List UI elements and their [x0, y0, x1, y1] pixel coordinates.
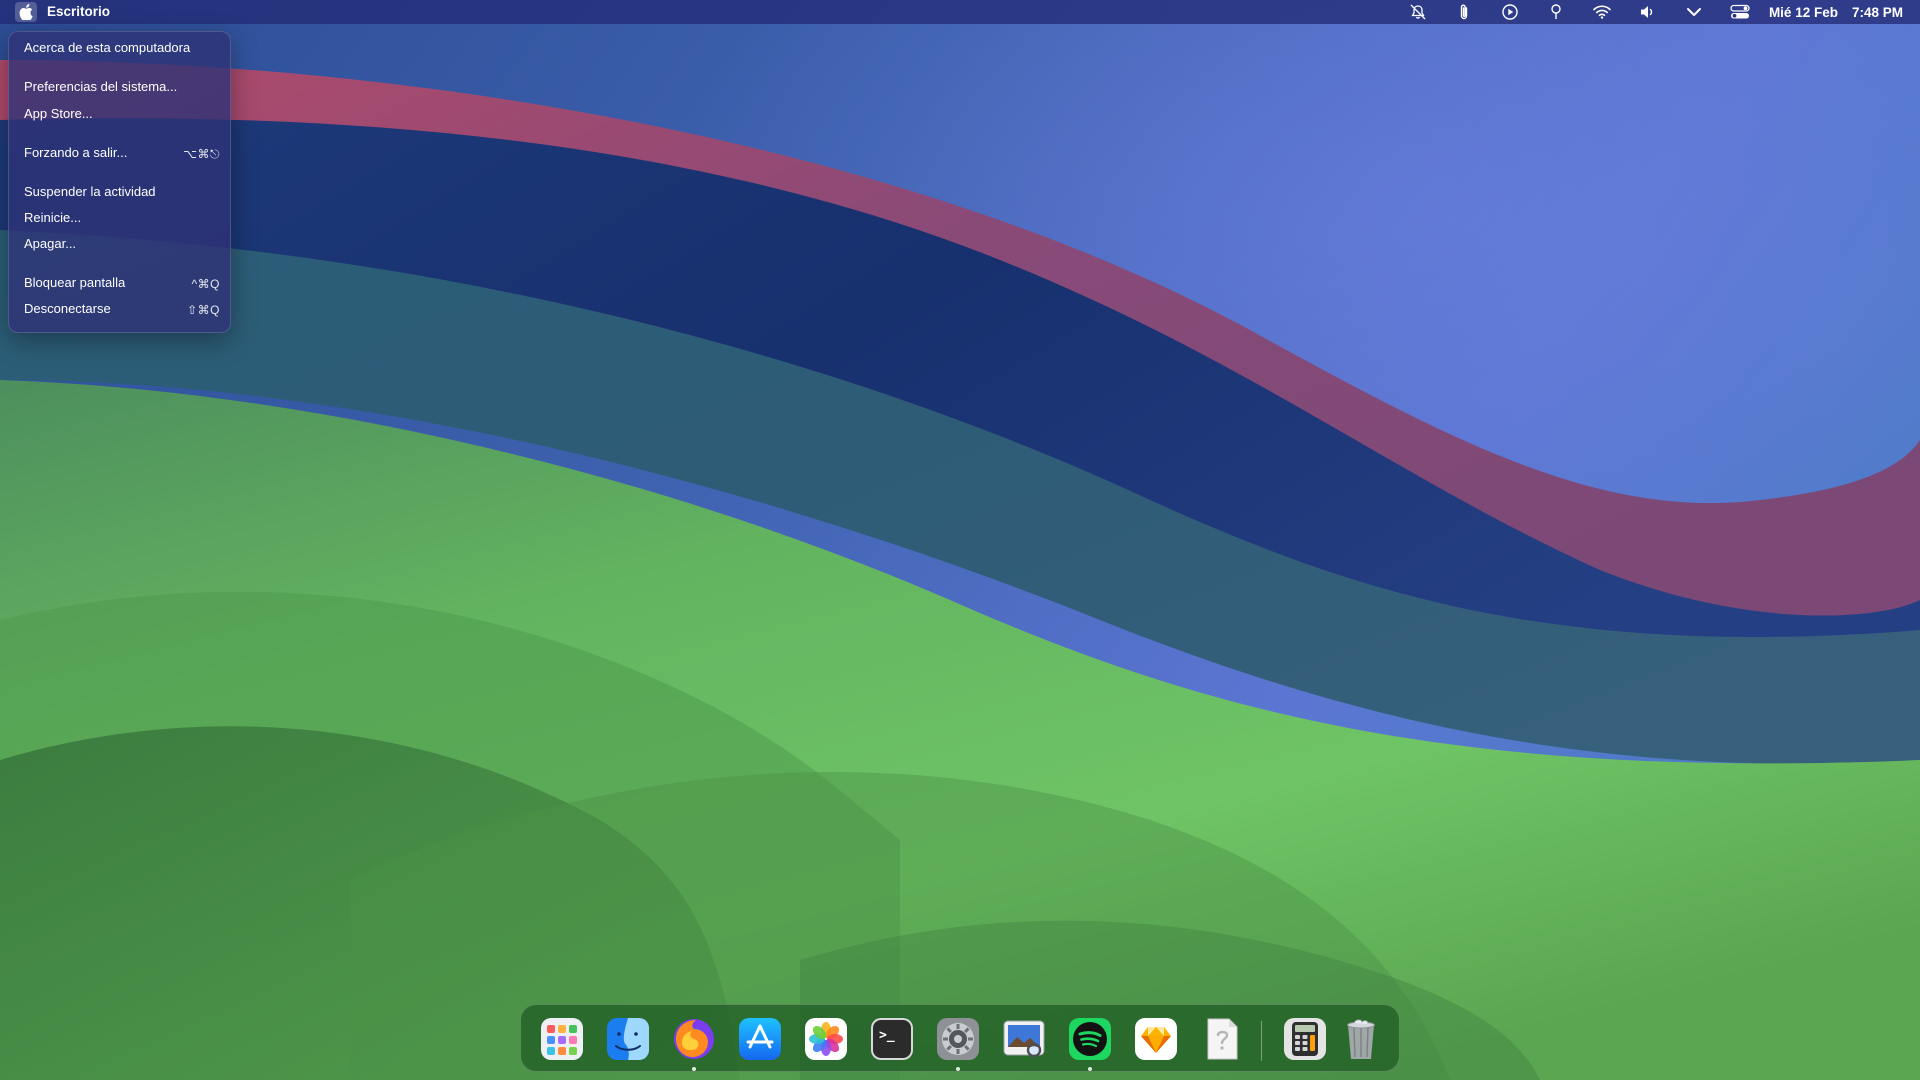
terminal-icon: >_ — [871, 1018, 913, 1060]
menu-item-label: Preferencias del sistema... — [24, 79, 178, 94]
trash-icon — [1347, 1019, 1375, 1059]
running-indicator — [1088, 1067, 1092, 1071]
no-bell-icon[interactable] — [1395, 0, 1441, 24]
dock-app-calculator[interactable] — [1283, 1017, 1327, 1061]
menu-item-sleep[interactable]: Suspender la actividad — [14, 180, 225, 202]
dock-app-finder[interactable] — [606, 1017, 650, 1061]
preview-icon — [1003, 1020, 1045, 1058]
dock-app-launchpad[interactable] — [540, 1017, 584, 1061]
terminal-prompt: >_ — [879, 1028, 895, 1043]
photos-icon — [805, 1018, 847, 1060]
menu-item-label: Desconectarse — [24, 301, 111, 316]
dock-app-terminal[interactable]: >_ — [870, 1017, 914, 1061]
dock-app-photos[interactable] — [804, 1017, 848, 1061]
location-pin-icon[interactable] — [1533, 0, 1579, 24]
paperclip-icon[interactable] — [1441, 0, 1487, 24]
volume-icon[interactable] — [1625, 0, 1671, 24]
menubar-clock[interactable]: Mié 12 Feb 7:48 PM — [1763, 5, 1920, 20]
active-app-name[interactable]: Escritorio — [47, 4, 110, 19]
menu-item-label: Bloquear pantalla — [24, 275, 126, 290]
chevron-down-icon[interactable] — [1671, 0, 1717, 24]
menu-item-label: Reinicie... — [24, 210, 82, 225]
dock-separator — [1261, 1021, 1262, 1061]
apple-logo-icon — [19, 4, 33, 20]
apple-menu-button[interactable] — [15, 2, 37, 22]
dock-app-app-store[interactable] — [738, 1017, 782, 1061]
spotify-icon — [1069, 1018, 1111, 1060]
menu-item-about[interactable]: Acerca de esta computadora — [14, 36, 225, 58]
menu-item-label: App Store... — [24, 106, 93, 121]
menu-item-app-store[interactable]: App Store... — [14, 102, 225, 124]
dock-app-unknown-document[interactable] — [1200, 1017, 1244, 1061]
wifi-icon[interactable] — [1579, 0, 1625, 24]
wallpaper — [0, 0, 1920, 1080]
sketch-icon — [1135, 1018, 1177, 1060]
dock-app-preview[interactable] — [1002, 1017, 1046, 1061]
desktop[interactable]: Escritorio Mié 12 Feb 7:48 PM Acerca de … — [0, 0, 1920, 1080]
dock-app-firefox[interactable] — [672, 1017, 716, 1061]
status-area: Mié 12 Feb 7:48 PM — [1395, 0, 1920, 24]
menu-item-label: Suspender la actividad — [24, 184, 156, 199]
finder-icon — [607, 1018, 649, 1060]
menu-item-force-quit[interactable]: Forzando a salir... ⌥⌘⎋ — [14, 141, 225, 163]
generic-document-icon — [1207, 1018, 1238, 1060]
menu-item-shortcut: ^⌘Q — [191, 277, 220, 291]
menu-item-lock-screen[interactable]: Bloquear pantalla ^⌘Q — [14, 271, 225, 293]
menu-item-shut-down[interactable]: Apagar... — [14, 232, 225, 254]
calculator-icon — [1284, 1018, 1326, 1060]
launchpad-icon — [541, 1018, 583, 1060]
running-indicator — [956, 1067, 960, 1071]
menu-item-restart[interactable]: Reinicie... — [14, 206, 225, 228]
time-label: 7:48 PM — [1851, 4, 1903, 20]
menu-item-label: Forzando a salir... — [24, 145, 128, 160]
firefox-icon — [674, 1019, 714, 1059]
menu-item-shortcut: ⇧⌘Q — [187, 303, 220, 317]
dock-app-system-preferences[interactable] — [936, 1017, 980, 1061]
system-preferences-icon — [937, 1018, 979, 1060]
play-circle-icon[interactable] — [1487, 0, 1533, 24]
menu-item-log-out[interactable]: Desconectarse ⇧⌘Q — [14, 297, 225, 319]
dock: >_ — [520, 1004, 1400, 1072]
menu-bar: Escritorio Mié 12 Feb 7:48 PM — [0, 0, 1920, 24]
apple-menu-dropdown: Acerca de esta computadora Preferencias … — [8, 31, 231, 333]
date-label: Mié 12 Feb — [1768, 4, 1838, 20]
dock-trash[interactable] — [1339, 1017, 1383, 1061]
menu-item-system-preferences[interactable]: Preferencias del sistema... — [14, 75, 225, 97]
control-center-icon[interactable] — [1717, 0, 1763, 24]
running-indicator — [692, 1067, 696, 1071]
dock-app-spotify[interactable] — [1068, 1017, 1112, 1061]
menu-item-shortcut: ⌥⌘⎋ — [183, 147, 220, 161]
menu-item-label: Apagar... — [24, 236, 77, 251]
menu-item-label: Acerca de esta computadora — [24, 40, 191, 55]
app-store-icon — [739, 1018, 781, 1060]
dock-app-sketch[interactable] — [1134, 1017, 1178, 1061]
